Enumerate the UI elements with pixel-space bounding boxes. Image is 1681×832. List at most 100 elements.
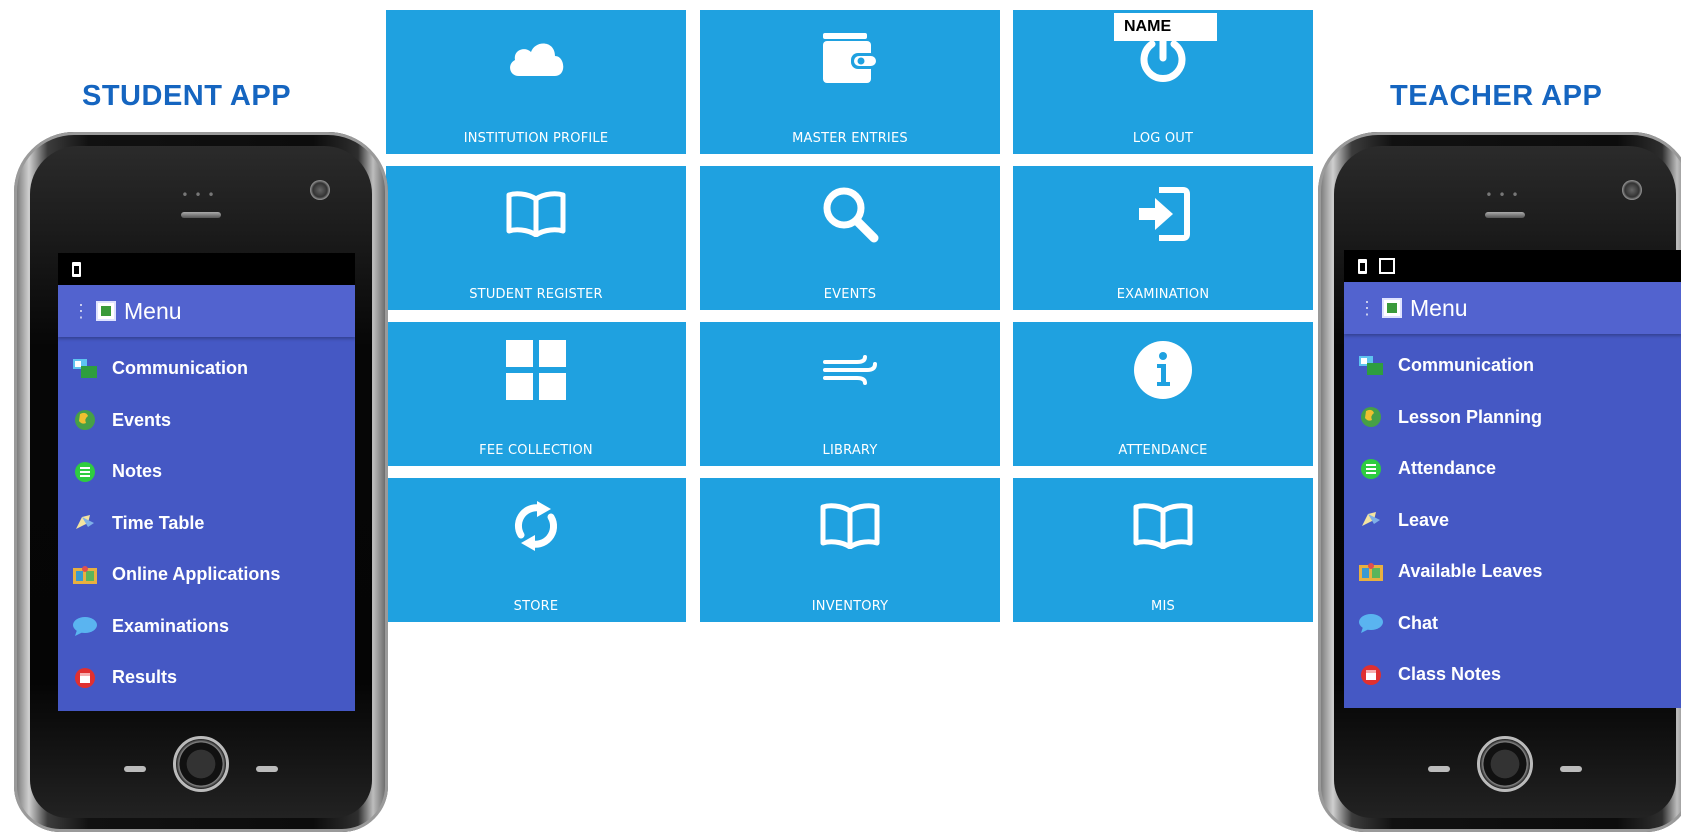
drawer-grip-icon: ⋮ (1358, 297, 1376, 318)
cloud-icon (501, 23, 571, 93)
chat-bubble-icon (1358, 612, 1384, 634)
tile-master-entries[interactable]: MASTER ENTRIES (700, 10, 1000, 154)
tile-student-register[interactable]: STUDENT REGISTER (386, 166, 686, 310)
menu-icon (1382, 298, 1402, 318)
tile-label: ATTENDANCE (1118, 443, 1208, 458)
refresh-icon (501, 491, 571, 561)
tile-library[interactable]: LIBRARY (700, 322, 1000, 466)
tile-mis[interactable]: MIS (1013, 478, 1313, 622)
tile-fee-collection[interactable]: FEE COLLECTION (386, 322, 686, 466)
menu-item-notes[interactable]: Notes (58, 446, 355, 498)
menu-item-label: Available Leaves (1398, 561, 1543, 582)
applications-icon (72, 564, 98, 586)
menu-item-results[interactable]: Results (58, 652, 355, 704)
menu-item-leave[interactable]: Leave (1344, 495, 1681, 547)
menu-item-label: Results (112, 667, 178, 688)
communication-icon (72, 358, 98, 380)
menu-title: Menu (124, 297, 182, 324)
tile-label: INVENTORY (811, 599, 889, 614)
menu-item-label: Lesson Planning (1398, 406, 1543, 427)
notes-icon (72, 461, 98, 483)
tile-label: INSTITUTION PROFILE (463, 131, 609, 146)
menu-header[interactable]: ⋮ Menu (58, 285, 355, 337)
tile-events[interactable]: EVENTS (700, 166, 1000, 310)
front-camera-icon (1622, 180, 1642, 200)
menu-item-label: Chat (1398, 612, 1438, 633)
tile-label: EVENTS (823, 287, 877, 302)
menu-item-time-table[interactable]: Time Table (58, 498, 355, 550)
home-button (173, 736, 229, 792)
teacher-app-title: TEACHER APP (1390, 80, 1603, 112)
menu-item-class-notes[interactable]: Class Notes (1344, 649, 1681, 701)
timetable-icon (72, 512, 98, 534)
tile-store[interactable]: STORE (386, 478, 686, 622)
chat-bubble-icon (72, 615, 98, 637)
calendar-icon (1358, 664, 1384, 686)
drawer-grip-icon: ⋮ (72, 300, 90, 321)
tile-inventory[interactable]: INVENTORY (700, 478, 1000, 622)
menu-item-attendance[interactable]: Attendance (1344, 443, 1681, 495)
timetable-icon (1358, 509, 1384, 531)
tile-label: LIBRARY (822, 443, 878, 458)
teacher-phone: ••• ⋮ Menu Communication Lesson Planning… (1318, 132, 1681, 832)
book-icon (1128, 491, 1198, 561)
menu-item-label: Attendance (1398, 458, 1497, 479)
menu-item-communication[interactable]: Communication (58, 343, 355, 395)
menu-item-chat[interactable]: Chat (1344, 598, 1681, 650)
menu-item-label: Leave (1398, 509, 1450, 530)
sign-in-icon (1128, 179, 1198, 249)
end-call-button (1560, 766, 1582, 772)
student-screen: ⋮ Menu Communication Events Notes Time T… (58, 253, 355, 711)
call-button (1428, 766, 1450, 772)
book-icon (501, 179, 571, 249)
menu-item-label: Examinations (112, 615, 230, 636)
tile-examination[interactable]: EXAMINATION (1013, 166, 1313, 310)
menu-item-label: Communication (112, 358, 249, 379)
menu-item-online-applications[interactable]: Online Applications (58, 549, 355, 601)
tile-attendance[interactable]: ATTENDANCE (1013, 322, 1313, 466)
menu-item-communication[interactable]: Communication (1344, 340, 1681, 392)
menu-item-examinations[interactable]: Examinations (58, 601, 355, 653)
tile-institution-profile[interactable]: INSTITUTION PROFILE (386, 10, 686, 154)
sensor-dots: ••• (1485, 188, 1525, 202)
communication-icon (1358, 355, 1384, 377)
menu-item-label: Time Table (112, 512, 205, 533)
front-camera-icon (310, 180, 330, 200)
wallet-icon (815, 23, 885, 93)
student-app-title: STUDENT APP (82, 80, 292, 112)
menu-title: Menu (1410, 294, 1468, 321)
student-phone: ••• ⋮ Menu Communication Events Notes Ti… (14, 132, 388, 832)
tile-label: STORE (513, 599, 559, 614)
menu-item-events[interactable]: Events (58, 395, 355, 447)
notification-icon (1379, 258, 1395, 274)
tile-label: MIS (1151, 599, 1175, 614)
teacher-screen: ⋮ Menu Communication Lesson Planning Att… (1344, 250, 1681, 708)
earpiece-speaker (181, 212, 221, 218)
menu-item-available-leaves[interactable]: Available Leaves (1344, 546, 1681, 598)
tile-label: FEE COLLECTION (479, 443, 593, 458)
grid-icon (501, 335, 571, 405)
book-icon (815, 491, 885, 561)
menu-icon (96, 301, 116, 321)
wind-icon (815, 335, 885, 405)
home-button (1477, 736, 1533, 792)
notes-icon (1358, 458, 1384, 480)
tile-label: MASTER ENTRIES (792, 131, 908, 146)
end-call-button (256, 766, 278, 772)
menu-item-label: Online Applications (112, 564, 281, 585)
applications-icon (1358, 561, 1384, 583)
info-icon (1128, 335, 1198, 405)
tile-label: STUDENT REGISTER (469, 287, 603, 302)
earpiece-speaker (1485, 212, 1525, 218)
battery-icon (72, 261, 81, 277)
menu-item-label: Notes (112, 461, 163, 482)
sensor-dots: ••• (181, 188, 221, 202)
status-bar (1344, 250, 1681, 282)
menu-item-label: Communication (1398, 355, 1535, 376)
call-button (124, 766, 146, 772)
menu-item-lesson-planning[interactable]: Lesson Planning (1344, 392, 1681, 444)
menu-header[interactable]: ⋮ Menu (1344, 282, 1681, 334)
calendar-icon (72, 667, 98, 689)
globe-icon (72, 409, 98, 431)
menu-item-label: Events (112, 409, 172, 430)
